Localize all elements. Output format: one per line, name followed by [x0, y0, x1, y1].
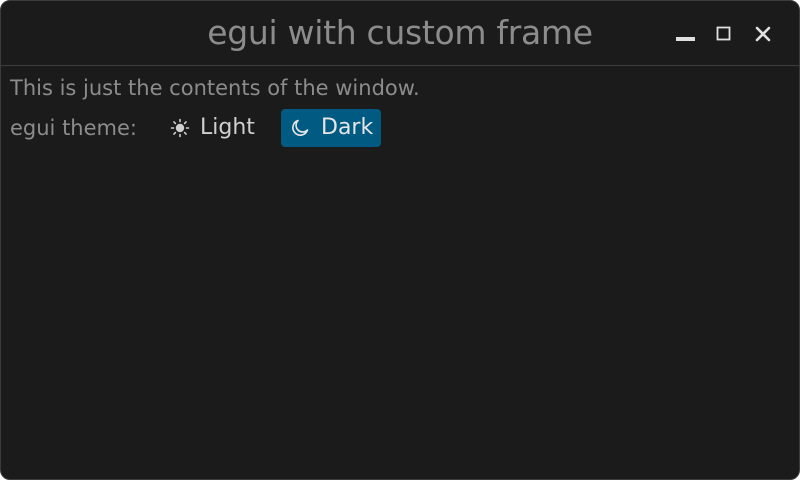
minimize-button[interactable] [672, 21, 698, 47]
theme-label: egui theme: [10, 116, 137, 140]
close-button[interactable] [749, 21, 775, 47]
title-bar[interactable]: egui with custom frame [1, 1, 799, 66]
theme-option-dark[interactable]: Dark [281, 109, 381, 147]
window-contents-text: This is just the contents of the window. [10, 76, 420, 100]
theme-option-light-label: Light [200, 115, 255, 140]
theme-option-dark-label: Dark [321, 115, 374, 140]
moon-icon [292, 119, 309, 136]
close-icon [755, 26, 771, 42]
app-window: egui with custom frame This is just the … [0, 0, 800, 480]
maximize-button[interactable] [710, 21, 736, 47]
theme-option-light[interactable]: Light [167, 109, 271, 147]
minimize-icon [676, 37, 695, 41]
sun-icon [170, 118, 190, 138]
maximize-icon [716, 26, 731, 41]
